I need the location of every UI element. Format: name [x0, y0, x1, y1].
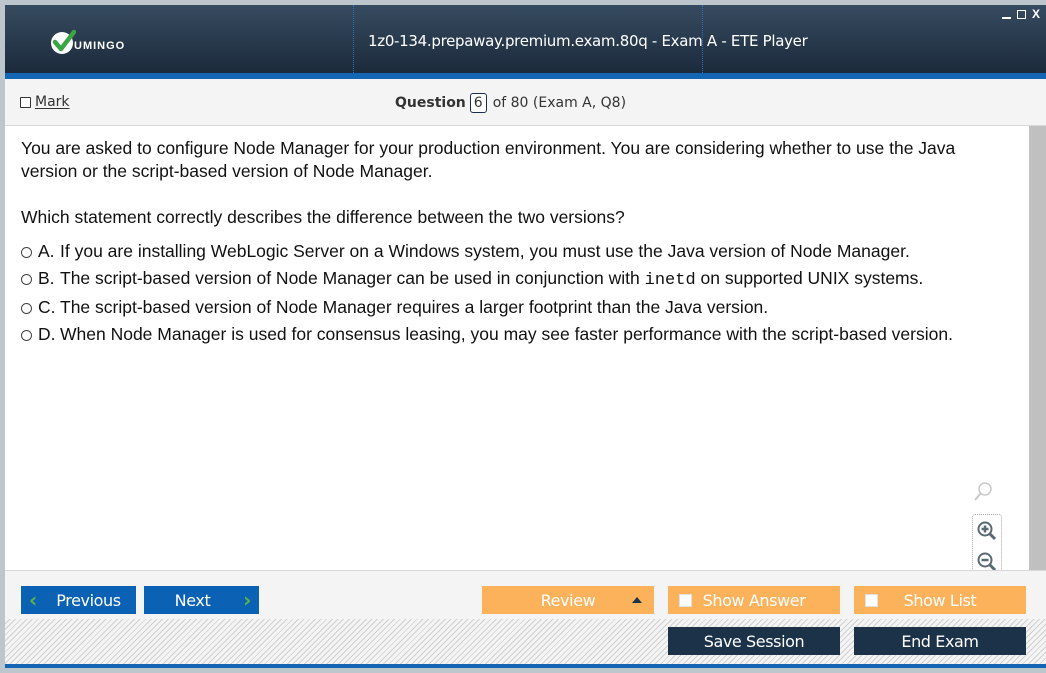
window-title: 1z0-134.prepaway.premium.exam.80q - Exam… — [368, 32, 808, 50]
question-total: of 80 (Exam A, Q8) — [492, 95, 627, 111]
question-content: You are asked to configure Node Manager … — [5, 126, 1029, 584]
window-controls: X — [1001, 7, 1040, 21]
option-text: The script-based version of Node Manager… — [60, 267, 1011, 292]
mark-label: Mark — [35, 94, 70, 110]
minimize-icon[interactable] — [1001, 17, 1011, 19]
show-list-button[interactable]: Show List — [854, 586, 1026, 614]
zoom-in-icon[interactable] — [976, 520, 998, 542]
question-header: Mark Question 6 of 80 (Exam A, Q8) — [5, 79, 1046, 126]
radio-button[interactable] — [21, 247, 32, 258]
chevron-right-icon: › — [243, 588, 251, 612]
logo: UMINGO — [50, 27, 125, 57]
navigation-bar: ‹ Previous Next › Review Show Answer Sho… — [5, 570, 1046, 619]
save-session-label: Save Session — [703, 631, 805, 651]
option-letter: D. — [38, 324, 56, 344]
answer-options: A. If you are installing WebLogic Server… — [21, 240, 1011, 346]
option-text: When Node Manager is used for consensus … — [60, 324, 953, 344]
show-list-label: Show List — [903, 590, 977, 610]
checkmark-logo-icon — [51, 29, 76, 54]
question-number-input[interactable]: 6 — [469, 93, 487, 113]
footer-bar: Save Session End Exam — [5, 619, 1046, 668]
option-letter: A. — [38, 241, 55, 261]
close-icon[interactable]: X — [1032, 7, 1040, 21]
option-a[interactable]: A. If you are installing WebLogic Server… — [21, 240, 1011, 263]
logo-text: UMINGO — [74, 40, 126, 52]
checkbox-icon[interactable] — [20, 96, 31, 108]
title-divider — [353, 5, 354, 73]
option-d[interactable]: D. When Node Manager is used for consens… — [21, 323, 1011, 346]
scrollbar[interactable] — [1029, 126, 1046, 570]
title-bar: UMINGO 1z0-134.prepaway.premium.exam.80q… — [5, 5, 1046, 79]
radio-button[interactable] — [21, 303, 32, 314]
option-letter: C. — [38, 297, 56, 317]
radio-button[interactable] — [21, 274, 32, 285]
question-label: Question — [395, 95, 466, 111]
option-letter: B. — [38, 268, 55, 288]
review-label: Review — [540, 590, 596, 610]
maximize-icon[interactable] — [1016, 10, 1026, 19]
magnifier-icon[interactable] — [972, 481, 994, 503]
question-indicator: Question 6 of 80 (Exam A, Q8) — [395, 93, 626, 113]
app-window: UMINGO 1z0-134.prepaway.premium.exam.80q… — [5, 5, 1046, 668]
previous-button[interactable]: ‹ Previous — [21, 586, 136, 614]
show-answer-label: Show Answer — [702, 590, 806, 610]
review-button[interactable]: Review — [482, 586, 654, 614]
option-c[interactable]: C. The script-based version of Node Mana… — [21, 296, 1011, 319]
next-label: Next — [174, 590, 211, 610]
option-text-part: on supported UNIX systems. — [695, 268, 924, 288]
end-exam-button[interactable]: End Exam — [854, 627, 1026, 655]
option-text: If you are installing WebLogic Server on… — [60, 241, 910, 261]
chevron-left-icon: ‹ — [29, 588, 37, 612]
checkbox-icon[interactable] — [679, 594, 692, 607]
question-stem: You are asked to configure Node Manager … — [21, 138, 956, 181]
radio-button[interactable] — [21, 330, 32, 341]
question-prompt: Which statement correctly describes the … — [21, 207, 625, 227]
zoom-tools — [972, 481, 1002, 584]
caret-up-icon — [632, 597, 642, 603]
show-answer-button[interactable]: Show Answer — [668, 586, 840, 614]
save-session-button[interactable]: Save Session — [668, 627, 840, 655]
mark-checkbox[interactable]: Mark — [20, 94, 70, 110]
end-exam-label: End Exam — [901, 631, 979, 651]
checkbox-icon[interactable] — [865, 594, 878, 607]
option-b[interactable]: B. The script-based version of Node Mana… — [21, 267, 1011, 292]
option-code: inetd — [644, 271, 696, 290]
option-text: The script-based version of Node Manager… — [60, 297, 769, 317]
option-text-part: The script-based version of Node Manager… — [60, 268, 645, 288]
previous-label: Previous — [56, 590, 121, 610]
next-button[interactable]: Next › — [144, 586, 259, 614]
